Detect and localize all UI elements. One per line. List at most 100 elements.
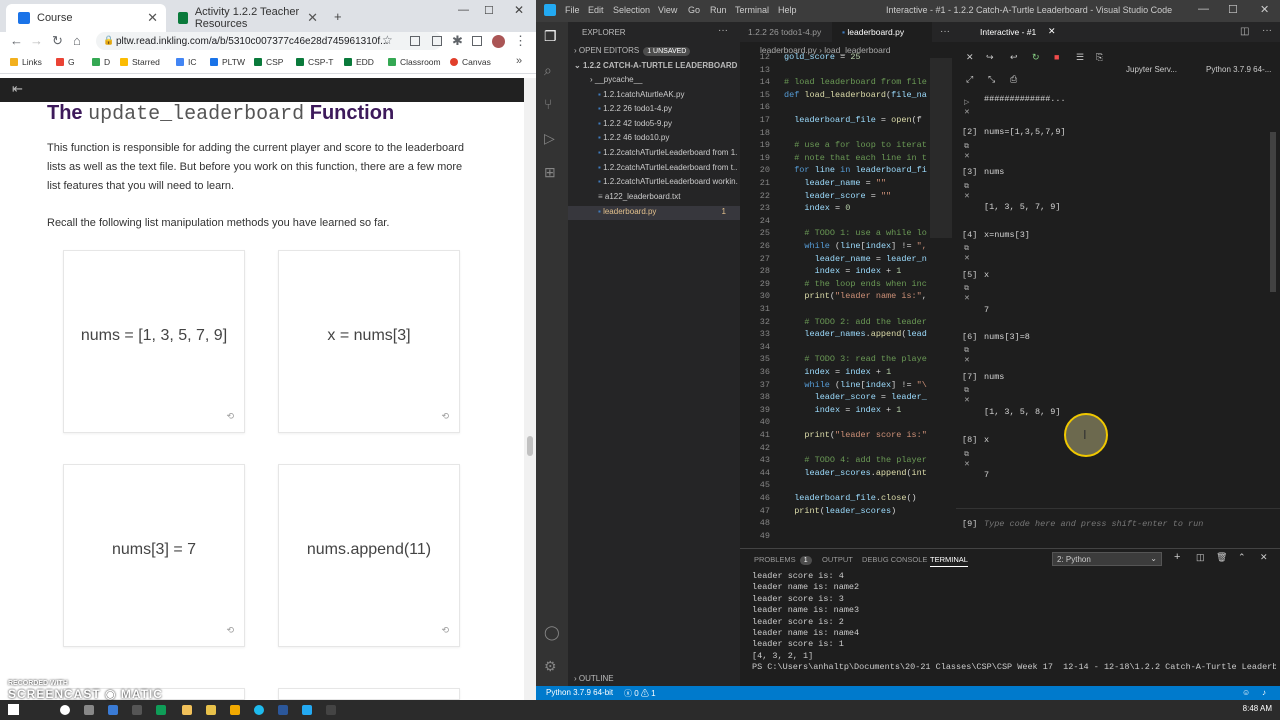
more-icon[interactable]: ··· <box>1262 25 1272 36</box>
extensions-icon[interactable]: ⊞ <box>544 164 556 181</box>
interactive-tab[interactable]: Interactive - #1 <box>980 27 1036 37</box>
home-icon[interactable]: ⌂ <box>73 33 81 48</box>
file-item[interactable]: ▪ 1.2.2catchATurtleLeaderboard workin... <box>598 177 738 186</box>
bell-icon[interactable]: ♪ <box>1262 688 1266 697</box>
file-item[interactable]: ≡ a122_leaderboard.txt <box>598 192 738 201</box>
menu-go[interactable]: Go <box>688 5 700 15</box>
bookmark-pltw[interactable]: PLTW <box>210 57 245 67</box>
close-icon[interactable]: ✕ <box>307 10 318 26</box>
menu-edit[interactable]: Edit <box>588 5 604 15</box>
close-window-icon[interactable]: ✕ <box>514 3 524 17</box>
minimize-icon[interactable]: — <box>458 4 469 16</box>
stop-icon[interactable]: ■ <box>1054 52 1059 62</box>
file-item[interactable]: ▪ 1.2.2 42 todo5-9.py <box>598 119 738 128</box>
cell-toolbar[interactable]: ⧉ ✕ <box>964 142 970 162</box>
flashcard[interactable]: x = nums[3] ⟲ <box>278 250 460 433</box>
cell-input-placeholder[interactable]: Type code here and press shift-enter to … <box>984 519 1203 529</box>
feedback-icon[interactable]: ☺ <box>1242 688 1250 697</box>
terminal-output[interactable]: leader score is: 4 leader name is: name2… <box>752 571 1276 674</box>
file-item[interactable]: ▪ 1.2.2 46 todo10.py <box>598 133 738 142</box>
gear-icon[interactable]: ⚙ <box>544 658 557 675</box>
run-debug-icon[interactable]: ▷ <box>544 130 555 147</box>
kernel-selector[interactable]: Python 3.7.9 64-... <box>1206 65 1271 74</box>
flashcard[interactable]: nums[3] = 7 ⟲ <box>63 464 245 647</box>
bookmark-ic[interactable]: IC <box>176 57 197 67</box>
tab-course[interactable]: Course ✕ <box>6 4 166 32</box>
redo-icon[interactable]: ↪ <box>986 52 994 63</box>
editor-tab[interactable]: 1.2.2 26 todo1-4.py <box>740 22 829 42</box>
menu-run[interactable]: Run <box>710 5 727 15</box>
menu-selection[interactable]: Selection <box>613 5 650 15</box>
cell-toolbar[interactable]: ⧉ ✕ <box>964 386 970 406</box>
file-item[interactable]: ▪ 1.2.2catchATurtleLeaderboard from 1... <box>598 148 738 157</box>
chevron-up-icon[interactable]: ⌃ <box>1238 552 1246 563</box>
file-item-selected[interactable]: ▪ leaderboard.py 1 <box>568 206 740 220</box>
flip-icon[interactable]: ⟲ <box>441 411 449 422</box>
vscode-taskbar-icon[interactable] <box>302 705 312 715</box>
extension-icon[interactable] <box>410 36 420 46</box>
bookmark-classroom[interactable]: Classroom <box>388 57 441 67</box>
restart-icon[interactable]: ↻ <box>1032 52 1040 63</box>
task-view-icon[interactable] <box>84 705 94 715</box>
puzzle-icon[interactable]: ✱ <box>452 33 463 49</box>
cell-toolbar[interactable]: ⧉ ✕ <box>964 450 970 470</box>
menu-icon[interactable]: ⋮ <box>514 33 527 49</box>
bookmark-csp-t[interactable]: CSP-T <box>296 57 334 67</box>
interactive-scrollbar[interactable] <box>1270 132 1276 292</box>
edge-icon[interactable] <box>108 705 118 715</box>
code-lines[interactable]: 12 gold_score = 25 13 14 # load leaderboar… <box>740 52 930 548</box>
outline-header[interactable]: › OUTLINE <box>574 674 614 683</box>
flip-icon[interactable]: ⟲ <box>226 625 234 636</box>
flashcard[interactable] <box>278 688 460 700</box>
scroll-thumb[interactable] <box>527 436 533 456</box>
cell-toolbar[interactable]: ⧉ ✕ <box>964 284 970 304</box>
menu-toggle-icon[interactable]: ⇤ <box>12 81 23 97</box>
page-scrollbar[interactable] <box>524 78 536 700</box>
split-terminal-icon[interactable]: ◫ <box>1196 552 1205 563</box>
cell-toolbar[interactable]: ▷ ✕ <box>964 98 970 118</box>
explorer-icon[interactable]: ❐ <box>544 28 557 45</box>
taskbar-app-icon[interactable] <box>254 705 264 715</box>
undo-icon[interactable]: ↩ <box>1010 52 1018 63</box>
back-icon[interactable]: ← <box>10 33 23 48</box>
maximize-icon[interactable]: ☐ <box>1228 3 1238 16</box>
file-item[interactable]: ▪ 1.2.2catchATurtleLeaderboard from t... <box>598 163 738 172</box>
flip-icon[interactable]: ⟲ <box>441 625 449 636</box>
bookmark-csp[interactable]: CSP <box>254 57 283 67</box>
tab-activity[interactable]: Activity 1.2.2 Teacher Resources ✕ <box>166 4 326 32</box>
clear-icon[interactable]: ✕ <box>966 52 974 63</box>
editor-tab-active[interactable]: ▪ leaderboard.py <box>832 22 932 42</box>
status-problems[interactable]: ⓧ 0 ⚠ 1 <box>624 688 656 699</box>
bookmark-starred[interactable]: Starred <box>120 57 160 67</box>
menu-file[interactable]: File <box>565 5 580 15</box>
windows-start-icon[interactable] <box>8 704 19 715</box>
cell-toolbar[interactable]: ⧉ ✕ <box>964 346 970 366</box>
forward-icon[interactable]: → <box>30 33 43 48</box>
flip-icon[interactable]: ⟲ <box>226 411 234 422</box>
variables-icon[interactable]: ☰ <box>1076 52 1084 63</box>
close-icon[interactable]: ✕ <box>1048 26 1056 37</box>
bookmark-canvas[interactable]: Canvas <box>450 57 491 67</box>
more-icon[interactable]: ··· <box>940 26 950 37</box>
cell-input[interactable]: [9] Type code here and press shift-enter… <box>956 508 1280 548</box>
close-icon[interactable]: ✕ <box>1260 552 1268 563</box>
file-item[interactable]: › __pycache__ <box>590 75 730 84</box>
minimap[interactable] <box>930 58 952 238</box>
sheets-icon[interactable] <box>156 705 166 715</box>
terminal-taskbar-icon[interactable] <box>326 705 336 715</box>
cast-icon[interactable] <box>472 36 482 46</box>
clock[interactable]: 8:48 AM <box>1243 704 1272 713</box>
file-item[interactable]: ▪ 1.2.2 26 todo1-4.py <box>598 104 738 113</box>
search-icon[interactable] <box>60 705 70 715</box>
bookmark-edd[interactable]: EDD <box>344 57 374 67</box>
minimize-icon[interactable]: — <box>1198 3 1209 15</box>
jupyter-server[interactable]: Jupyter Serv... <box>1126 65 1177 74</box>
tab-terminal[interactable]: TERMINAL <box>930 555 968 567</box>
bookmark-d[interactable]: D <box>92 57 110 67</box>
maximize-icon[interactable]: ☐ <box>484 4 494 17</box>
folder-icon[interactable] <box>206 705 216 715</box>
search-icon[interactable]: ⌕ <box>544 62 552 79</box>
tab-problems[interactable]: PROBLEMS 1 <box>754 555 812 565</box>
taskbar-app-icon[interactable] <box>230 705 240 715</box>
tab-debug-console[interactable]: DEBUG CONSOLE <box>862 555 927 564</box>
